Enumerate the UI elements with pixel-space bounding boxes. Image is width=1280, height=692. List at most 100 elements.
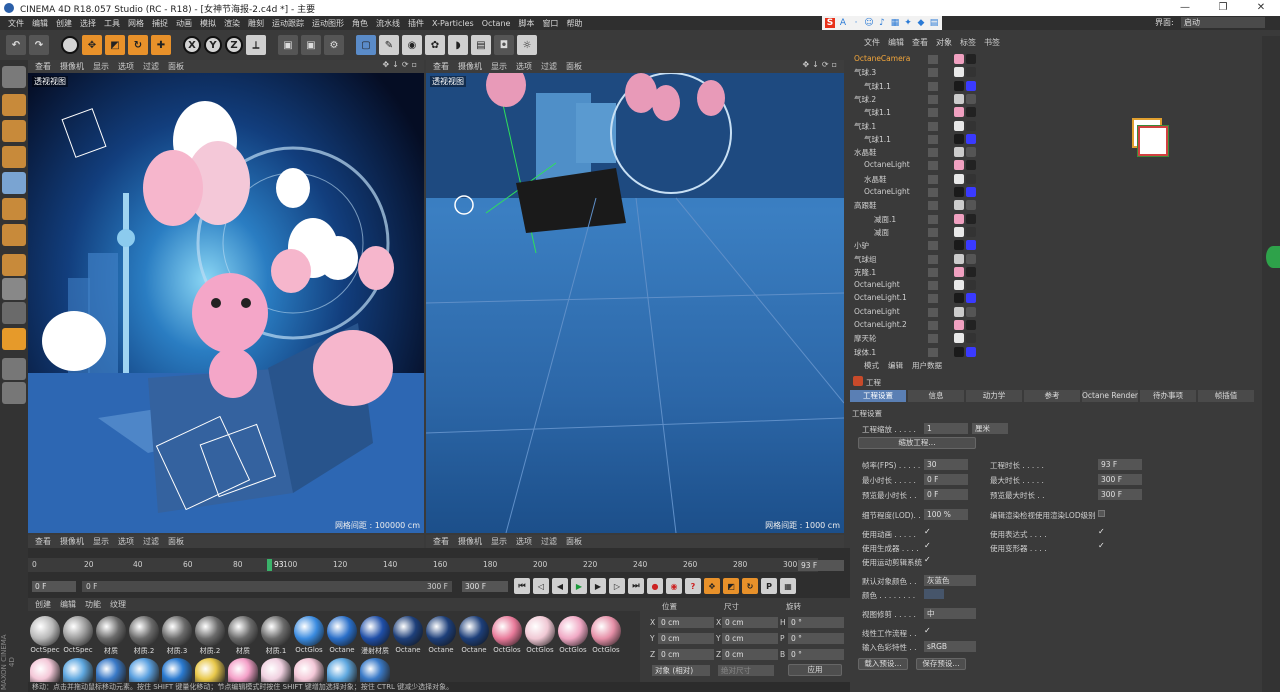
current-frame-field[interactable]: 93 F — [798, 560, 844, 571]
render-picture-viewer-icon[interactable]: ▣ — [301, 35, 321, 55]
material-swatch[interactable] — [228, 658, 258, 682]
menu-edit[interactable]: 编辑 — [28, 18, 52, 29]
visibility-flag-icon[interactable] — [928, 174, 938, 184]
texture-tag-icon[interactable] — [966, 280, 976, 291]
pen-spline-icon[interactable]: ✎ — [379, 35, 399, 55]
visibility-flag-icon[interactable] — [928, 201, 938, 211]
render-settings-icon[interactable]: ⚙ — [324, 35, 344, 55]
material-swatch[interactable] — [162, 658, 192, 682]
tab-project-settings[interactable]: 工程设置 — [850, 390, 906, 402]
ime-shirt-icon[interactable]: ◆ — [916, 18, 926, 28]
transform-tool-icon[interactable]: ✚ — [151, 35, 171, 55]
edges-mode-icon[interactable] — [2, 198, 26, 220]
object-row[interactable]: 气球1.1 — [850, 80, 1262, 93]
object-row[interactable]: 减面 — [850, 226, 1262, 239]
vp-menu-filter[interactable]: 过滤 — [541, 536, 557, 547]
preview-max-field[interactable]: 300 F — [1098, 489, 1142, 500]
view-clipping-select[interactable]: 中 — [924, 608, 976, 619]
object-row[interactable]: 克隆.1 — [850, 266, 1262, 279]
material-tag-icon[interactable] — [954, 173, 964, 184]
menu-window[interactable]: 窗口 — [538, 18, 562, 29]
material-tag-icon[interactable] — [954, 253, 964, 264]
y-axis-lock-icon[interactable]: Y — [204, 36, 222, 54]
texture-tag-icon[interactable] — [966, 293, 976, 304]
material-tag-icon[interactable] — [954, 133, 964, 144]
material-tag-icon[interactable] — [954, 293, 964, 304]
vp-menu-camera[interactable]: 摄像机 — [458, 536, 482, 547]
light-icon[interactable]: ☼ — [517, 35, 537, 55]
autokey-icon[interactable]: ◉ — [666, 578, 682, 594]
mat-menu-texture[interactable]: 纹理 — [110, 599, 126, 610]
vp-menu-view[interactable]: 查看 — [433, 61, 449, 72]
material-swatch[interactable] — [129, 616, 159, 646]
visibility-flag-icon[interactable] — [928, 148, 938, 158]
object-name[interactable]: 气球.3 — [854, 67, 876, 78]
tweak-mode-icon[interactable] — [2, 278, 26, 300]
tab-reference[interactable]: 参考 — [1024, 390, 1080, 402]
om-menu-edit[interactable]: 编辑 — [888, 37, 904, 48]
menu-snap[interactable]: 捕捉 — [148, 18, 172, 29]
om-menu-tags[interactable]: 标签 — [960, 37, 976, 48]
texture-tag-icon[interactable] — [966, 173, 976, 184]
object-name[interactable]: OctaneLight.2 — [854, 320, 907, 329]
texture-tag-icon[interactable] — [966, 133, 976, 144]
object-row[interactable]: OctaneLight.2 — [850, 319, 1262, 332]
material-swatch[interactable] — [96, 658, 126, 682]
vp-menu-options[interactable]: 选项 — [516, 536, 532, 547]
material-swatch[interactable] — [162, 616, 192, 646]
model-mode-icon[interactable] — [2, 94, 26, 116]
visibility-flag-icon[interactable] — [928, 347, 938, 357]
tab-todo[interactable]: 待办事项 — [1140, 390, 1196, 402]
magnet-icon[interactable] — [2, 328, 26, 350]
linear-workflow-checkbox[interactable]: ✓ — [924, 626, 931, 635]
visibility-flag-icon[interactable] — [928, 267, 938, 277]
preview-range-slider[interactable]: 0 F 300 F — [82, 581, 452, 592]
size-mode-select[interactable]: 绝对尺寸 — [718, 665, 774, 676]
menu-pipeline[interactable]: 流水线 — [372, 18, 404, 29]
visibility-flag-icon[interactable] — [928, 161, 938, 171]
object-row[interactable]: 气球1.1 — [850, 106, 1262, 119]
rotation-h-field[interactable]: 0 ° — [788, 617, 844, 628]
material-tag-icon[interactable] — [954, 320, 964, 330]
vp-menu-panel[interactable]: 面板 — [566, 61, 582, 72]
visibility-flag-icon[interactable] — [928, 68, 938, 78]
object-name[interactable]: 气球1.1 — [864, 81, 891, 92]
sogou-logo-icon[interactable]: S — [825, 18, 835, 28]
material-swatch[interactable] — [195, 658, 225, 682]
viewport-nav-icons[interactable]: ✥↓⟳▫ — [382, 60, 420, 69]
object-name[interactable]: OctaneLight — [854, 280, 900, 289]
material-tag-icon[interactable] — [954, 213, 964, 224]
material-swatch[interactable] — [96, 616, 126, 646]
default-color-select[interactable]: 灰蓝色 — [924, 575, 976, 586]
preview-min-field[interactable]: 0 F — [924, 489, 968, 500]
workplane-icon[interactable] — [2, 358, 26, 380]
visibility-flag-icon[interactable] — [928, 188, 938, 197]
play-icon[interactable]: ▶ — [571, 578, 587, 594]
position-x-field[interactable]: 0 cm — [658, 617, 714, 628]
rotate-tool-icon[interactable]: ↻ — [128, 35, 148, 55]
vp-menu-view[interactable]: 查看 — [35, 61, 51, 72]
key-pla-icon[interactable]: ▦ — [780, 578, 796, 594]
material-swatch[interactable] — [393, 616, 423, 646]
object-name[interactable]: OctaneCamera — [854, 54, 910, 63]
material-tag-icon[interactable] — [954, 107, 964, 118]
material-tag-icon[interactable] — [954, 120, 964, 131]
vp-menu-display[interactable]: 显示 — [93, 61, 109, 72]
object-row[interactable]: 球体.1 — [850, 346, 1262, 359]
color-swatch[interactable] — [924, 589, 944, 599]
vp-menu-view[interactable]: 查看 — [433, 536, 449, 547]
object-name[interactable]: 减面 — [874, 227, 889, 238]
viewport-nav-icons[interactable]: ✥↓⟳▫ — [802, 60, 840, 69]
texture-tag-icon[interactable] — [966, 333, 976, 344]
texture-tag-icon[interactable] — [966, 320, 976, 330]
material-tag-icon[interactable] — [954, 240, 964, 251]
material-swatch[interactable] — [591, 616, 621, 646]
move-tool-icon[interactable]: ✥ — [82, 35, 102, 55]
am-menu-edit[interactable]: 编辑 — [888, 360, 903, 371]
material-swatch[interactable] — [30, 658, 60, 682]
cloner-icon[interactable]: ✿ — [425, 35, 445, 55]
material-swatch[interactable] — [129, 658, 159, 682]
material-tag-icon[interactable] — [954, 80, 964, 91]
menu-mesh[interactable]: 网格 — [124, 18, 148, 29]
viewport-perspective-right[interactable]: 查看 摄像机 显示 选项 过滤 面板 ✥↓⟳▫ 透视视图 网格间距: 1000… — [426, 60, 844, 533]
